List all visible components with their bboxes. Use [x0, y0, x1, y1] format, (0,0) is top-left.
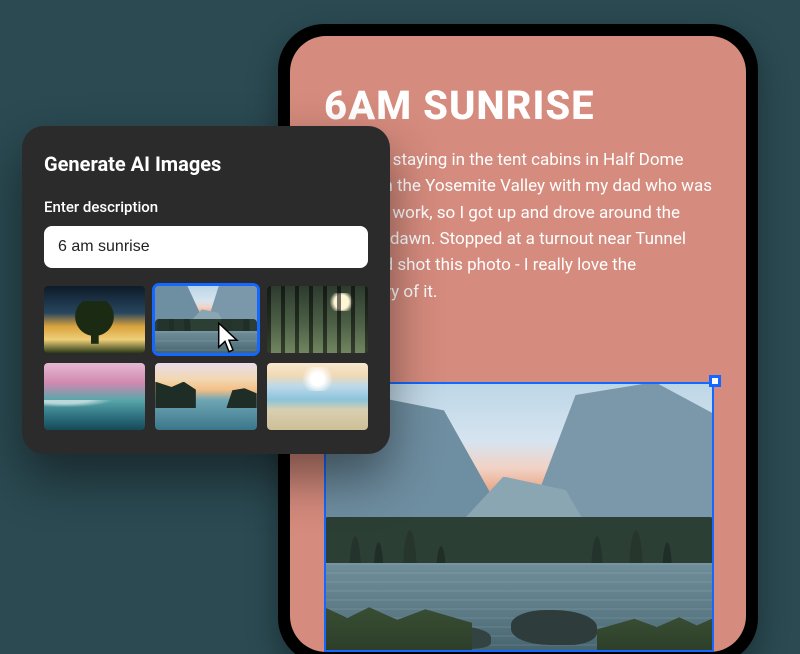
ai-thumbnails: [44, 286, 368, 430]
stage: 6AM SUNRISE We were staying in the tent …: [0, 0, 800, 654]
ai-thumb-3[interactable]: [44, 363, 145, 430]
post-title: 6AM SUNRISE: [324, 82, 712, 129]
selection-handle-top-right[interactable]: [709, 375, 721, 387]
ai-panel-title: Generate AI Images: [44, 152, 368, 176]
ai-thumb-1[interactable]: [155, 286, 256, 353]
ai-image-panel: Generate AI Images Enter description: [22, 126, 390, 454]
ai-thumb-0[interactable]: [44, 286, 145, 353]
ai-input-label: Enter description: [44, 198, 368, 216]
ai-thumb-4[interactable]: [155, 363, 256, 430]
ai-description-input[interactable]: [44, 226, 368, 268]
ai-thumb-2[interactable]: [267, 286, 368, 353]
ai-thumb-5[interactable]: [267, 363, 368, 430]
